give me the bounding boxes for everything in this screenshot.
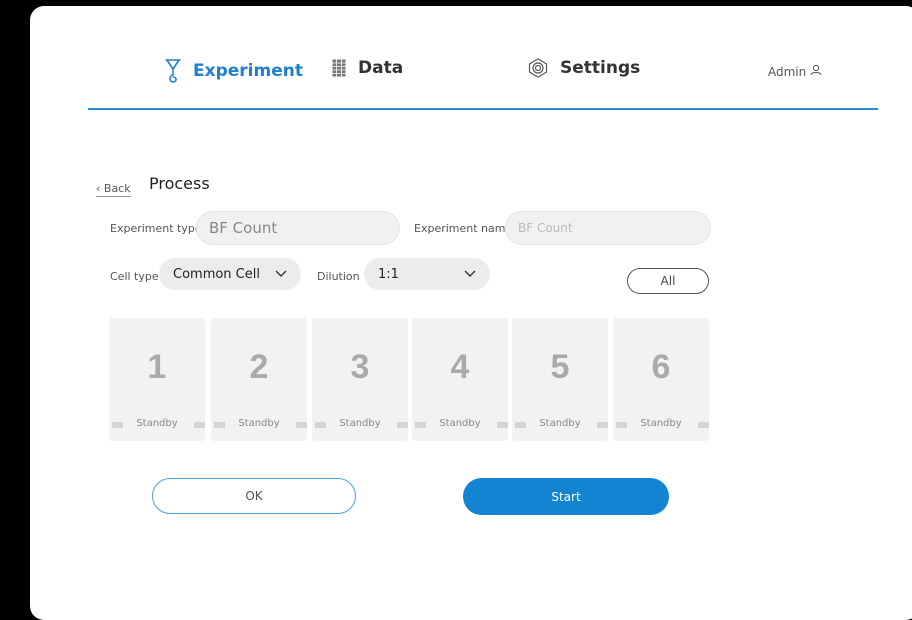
experiment-type-label: Experiment type — [110, 222, 202, 235]
chevron-down-icon — [464, 267, 476, 283]
channel-status: Standby — [539, 418, 581, 429]
chevron-down-icon — [275, 267, 287, 283]
experiment-name-label: Experiment name — [414, 222, 513, 235]
channel-status: Standby — [136, 418, 178, 429]
channel-number: 5 — [550, 348, 570, 386]
user-name: Admin — [768, 64, 807, 79]
app-window: Experiment Data Settings Admin ‹ Back Pr… — [30, 6, 912, 620]
funnel-icon — [165, 58, 181, 84]
channel-card-2[interactable]: 2 Standby — [211, 318, 307, 441]
channel-indicator — [112, 422, 123, 428]
channel-indicator — [315, 422, 326, 428]
channel-number: 1 — [147, 348, 167, 386]
channel-status: Standby — [238, 418, 280, 429]
channel-card-3[interactable]: 3 Standby — [312, 318, 408, 441]
top-nav: Experiment Data Settings Admin — [30, 6, 912, 110]
gear-icon — [528, 58, 548, 78]
channel-number: 3 — [350, 348, 370, 386]
user-menu[interactable]: Admin — [768, 64, 822, 79]
nav-settings-label: Settings — [560, 58, 641, 78]
channel-number: 4 — [450, 348, 470, 386]
channel-indicator — [616, 422, 627, 428]
experiment-type-field[interactable]: BF Count — [196, 211, 400, 245]
channel-indicator — [194, 422, 205, 428]
nav-data[interactable]: Data — [332, 58, 403, 78]
back-link[interactable]: ‹ Back — [96, 182, 131, 197]
cell-type-value: Common Cell — [173, 266, 260, 282]
nav-settings[interactable]: Settings — [528, 58, 640, 78]
channel-indicator — [698, 422, 709, 428]
channel-card-6[interactable]: 6 Standby — [613, 318, 709, 441]
nav-experiment[interactable]: Experiment — [165, 58, 303, 84]
channel-number: 2 — [249, 348, 269, 386]
channel-indicator — [296, 422, 307, 428]
all-button[interactable]: All — [627, 268, 709, 294]
dilution-select[interactable]: 1:1 — [364, 258, 490, 290]
nav-divider — [88, 108, 878, 110]
channel-indicator — [214, 422, 225, 428]
nav-data-label: Data — [358, 58, 404, 78]
channel-indicator — [415, 422, 426, 428]
page-title: Process — [149, 174, 210, 193]
channel-indicator — [597, 422, 608, 428]
ok-button[interactable]: OK — [152, 478, 356, 514]
start-button[interactable]: Start — [463, 478, 669, 515]
channel-indicator — [515, 422, 526, 428]
channel-status: Standby — [640, 418, 682, 429]
grid-icon — [332, 59, 346, 77]
nav-experiment-label: Experiment — [193, 61, 303, 81]
user-icon — [810, 64, 822, 79]
channel-status: Standby — [339, 418, 381, 429]
dilution-label: Dilution — [317, 270, 360, 283]
channel-card-4[interactable]: 4 Standby — [412, 318, 508, 441]
channel-indicator — [397, 422, 408, 428]
channel-card-1[interactable]: 1 Standby — [109, 318, 205, 441]
channel-number: 6 — [651, 348, 671, 386]
dilution-value: 1:1 — [378, 266, 399, 282]
experiment-name-field[interactable]: BF Count — [505, 211, 711, 245]
channel-status: Standby — [439, 418, 481, 429]
cell-type-label: Cell type — [110, 270, 159, 283]
channel-card-5[interactable]: 5 Standby — [512, 318, 608, 441]
cell-type-select[interactable]: Common Cell — [159, 258, 301, 290]
channel-indicator — [497, 422, 508, 428]
